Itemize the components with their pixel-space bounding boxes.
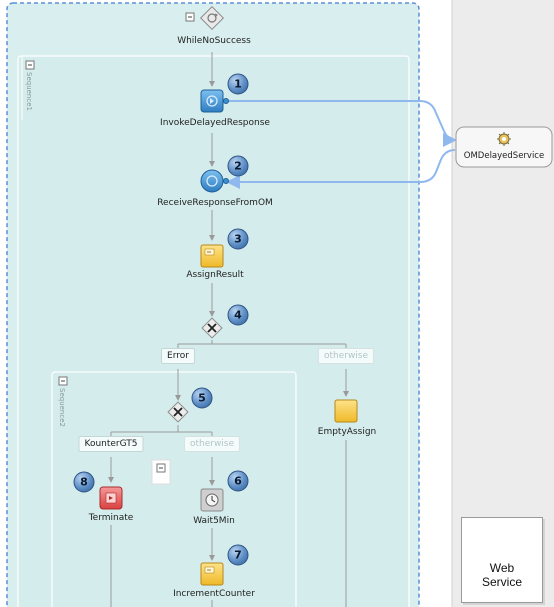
- increment-counter-activity[interactable]: [200, 562, 224, 586]
- while-label: WhileNoSuccess: [177, 36, 251, 46]
- web-service-label: Web Service: [482, 561, 523, 589]
- wait-activity[interactable]: [200, 488, 224, 512]
- step-number-badge: 2: [227, 155, 249, 177]
- branch-error[interactable]: Error: [161, 348, 195, 364]
- activity-label: AssignResult: [186, 270, 244, 280]
- activity-label: IncrementCounter: [173, 589, 255, 599]
- activity-label: Wait5Min: [193, 516, 235, 526]
- activity-label: Terminate: [88, 513, 134, 523]
- partner-link-om-delayed-service[interactable]: [455, 126, 553, 168]
- branch-otherwise[interactable]: otherwise: [183, 436, 241, 452]
- collapse-toggle-icon[interactable]: [151, 459, 171, 485]
- step-number-badge: 1: [227, 73, 249, 95]
- gear-icon: [497, 132, 511, 146]
- partner-link-label: OMDelayedService: [463, 151, 545, 161]
- partner-lane: [452, 0, 554, 607]
- step-number-badge: 8: [73, 471, 95, 493]
- step-number-badge: 7: [227, 544, 249, 566]
- activity-label: InvokeDelayedResponse: [160, 118, 270, 128]
- collapse-toggle-icon[interactable]: [185, 12, 195, 22]
- step-number-badge: 6: [227, 470, 249, 492]
- activity-label: ReceiveResponseFromOM: [157, 198, 273, 208]
- step-number-badge: 4: [227, 304, 249, 326]
- activity-label: EmptyAssign: [317, 427, 377, 437]
- collapse-toggle-icon[interactable]: [58, 376, 68, 386]
- sequence-2-tab[interactable]: Sequence2: [58, 388, 66, 427]
- branch-otherwise[interactable]: otherwise: [317, 348, 375, 364]
- bpel-canvas: [6, 0, 554, 607]
- web-service-palette-item[interactable]: Web Service: [461, 517, 543, 603]
- empty-assign-activity[interactable]: [334, 399, 358, 423]
- assign-result-activity[interactable]: [200, 244, 224, 268]
- terminate-activity[interactable]: [99, 486, 123, 510]
- collapse-toggle-icon[interactable]: [25, 60, 35, 70]
- step-number-badge: 5: [191, 387, 213, 409]
- step-number-badge: 3: [227, 228, 249, 250]
- branch-kounter[interactable]: KounterGT5: [78, 436, 144, 452]
- sequence-1-tab[interactable]: Sequence1: [25, 72, 33, 111]
